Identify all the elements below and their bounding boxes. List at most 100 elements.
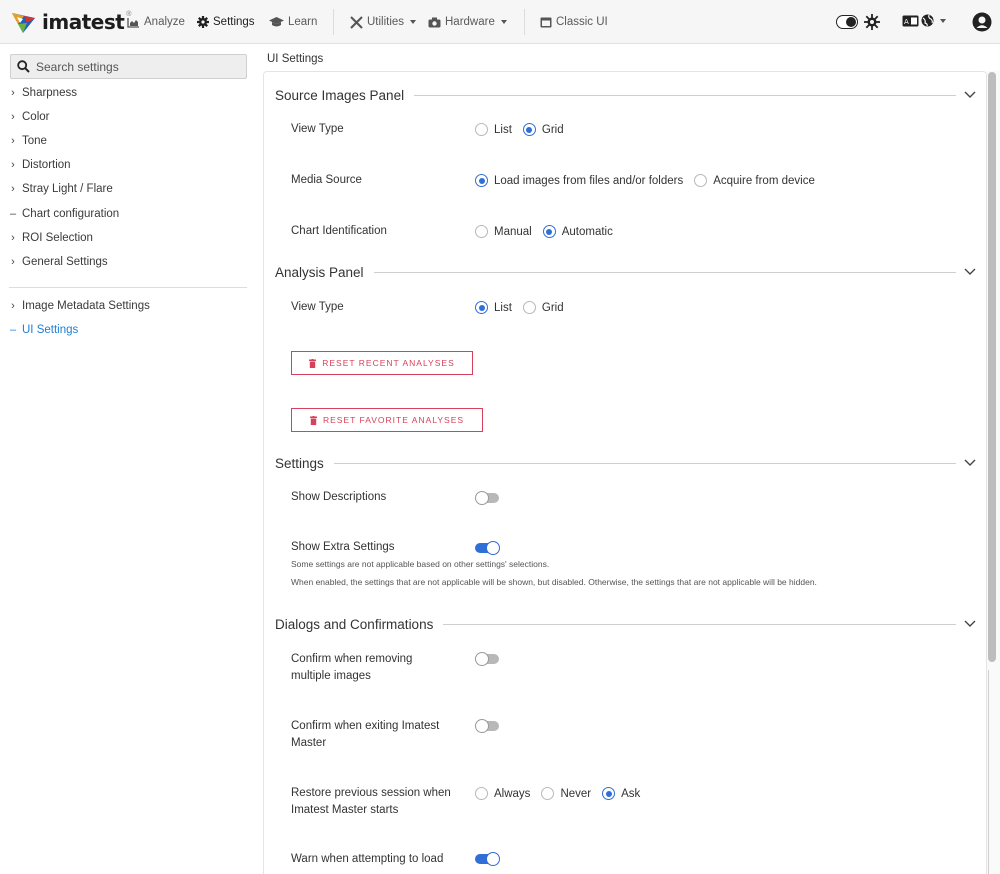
- chevron-right-icon: ›: [11, 256, 15, 268]
- section-divider: [443, 623, 956, 625]
- sidebar-item-color[interactable]: › Color: [9, 108, 49, 126]
- radio-button[interactable]: [475, 174, 488, 187]
- radio-option-always[interactable]: Always: [475, 787, 530, 800]
- search-box[interactable]: [10, 54, 247, 79]
- chevron-right-icon: ›: [11, 300, 15, 312]
- label-line: Master: [291, 737, 327, 749]
- camera-icon: [428, 17, 441, 27]
- nav-learn[interactable]: Learn: [269, 12, 317, 32]
- sidebar-divider: [9, 287, 247, 288]
- search-icon: [17, 60, 30, 73]
- show-extra-settings-toggle[interactable]: [475, 541, 501, 555]
- section-source-images[interactable]: Source Images Panel: [275, 85, 980, 105]
- radio-option-list[interactable]: List: [475, 123, 512, 136]
- radio-button[interactable]: [602, 787, 616, 800]
- theme-toggle-icon[interactable]: [836, 15, 858, 29]
- chevron-down-icon[interactable]: [960, 620, 980, 628]
- chevron-down-icon[interactable]: [960, 91, 980, 99]
- warn-load-toggle[interactable]: [475, 852, 501, 866]
- sidebar-item-tone[interactable]: › Tone: [9, 132, 47, 150]
- trash-icon: [309, 358, 317, 368]
- reset-favorite-analyses-button[interactable]: RESET FAVORITE ANALYSES: [291, 408, 483, 432]
- section-dialogs[interactable]: Dialogs and Confirmations: [275, 614, 980, 634]
- setting-label: Show Extra Settings: [291, 541, 395, 553]
- nav-classic-ui-label: Classic UI: [556, 16, 608, 28]
- sidebar-item-label: ROI Selection: [22, 232, 93, 244]
- chart-icon: [127, 17, 139, 28]
- nav-utilities[interactable]: Utilities: [350, 12, 417, 32]
- reset-recent-analyses-button[interactable]: RESET RECENT ANALYSES: [291, 351, 473, 375]
- radio-button[interactable]: [475, 301, 488, 314]
- search-input[interactable]: [36, 59, 236, 74]
- radio-option-list[interactable]: List: [475, 301, 512, 314]
- section-analysis[interactable]: Analysis Panel: [275, 262, 980, 282]
- chevron-down-icon[interactable]: [960, 459, 980, 467]
- sidebar-item-distortion[interactable]: › Distortion: [9, 156, 70, 174]
- sidebar-item-ui-settings[interactable]: – UI Settings: [9, 321, 78, 339]
- sidebar-item-label: Sharpness: [22, 87, 77, 99]
- sidebar-item-label: General Settings: [22, 256, 108, 268]
- sidebar-item-sharpness[interactable]: › Sharpness: [9, 84, 77, 102]
- sidebar-item-label: Image Metadata Settings: [22, 300, 150, 312]
- toggle-knob: [486, 541, 500, 555]
- svg-text:A: A: [904, 18, 909, 26]
- radio-button[interactable]: [542, 225, 556, 238]
- section-settings[interactable]: Settings: [275, 453, 980, 473]
- language-menu[interactable]: A: [902, 14, 946, 27]
- radio-option-grid[interactable]: Grid: [522, 123, 564, 136]
- scrollbar-thumb[interactable]: [988, 72, 996, 662]
- chevron-right-icon: ›: [11, 111, 15, 123]
- nav-settings[interactable]: Settings: [197, 12, 255, 32]
- brand-name: imatest: [42, 10, 125, 34]
- radio-option-ask[interactable]: Ask: [602, 787, 640, 800]
- sidebar-item-label: Chart configuration: [22, 208, 120, 220]
- chevron-down-icon[interactable]: [960, 268, 980, 276]
- radio-option-grid[interactable]: Grid: [522, 301, 564, 314]
- radio-label: Acquire from device: [713, 174, 815, 187]
- sidebar-item-general-settings[interactable]: › General Settings: [9, 253, 108, 271]
- radio-option-load-files[interactable]: Load images from files and/or folders: [475, 174, 683, 187]
- button-label: RESET RECENT ANALYSES: [322, 358, 455, 368]
- radio-button[interactable]: [522, 123, 536, 136]
- radio-button[interactable]: [694, 174, 708, 187]
- radio-button[interactable]: [475, 787, 488, 800]
- user-icon[interactable]: [972, 12, 992, 32]
- nav-classic-ui[interactable]: Classic UI: [540, 12, 608, 32]
- radio-button[interactable]: [522, 301, 536, 314]
- sidebar-item-stray-light[interactable]: › Stray Light / Flare: [9, 180, 113, 198]
- radio-option-never[interactable]: Never: [541, 787, 591, 800]
- sidebar-item-image-metadata[interactable]: › Image Metadata Settings: [9, 297, 150, 315]
- confirm-exit-toggle[interactable]: [475, 719, 501, 733]
- sidebar-item-label: Color: [22, 111, 50, 123]
- sidebar-item-chart-configuration[interactable]: – Chart configuration: [9, 205, 119, 223]
- radio-label: Load images from files and/or folders: [494, 174, 684, 187]
- setting-label: View Type: [291, 123, 344, 135]
- media-source-radio-group: Load images from files and/or folders Ac…: [475, 172, 826, 189]
- radio-option-manual[interactable]: Manual: [475, 225, 532, 238]
- radio-option-automatic[interactable]: Automatic: [542, 225, 613, 238]
- nav-hardware[interactable]: Hardware: [428, 12, 507, 32]
- chevron-right-icon: ›: [11, 183, 15, 195]
- top-nav-bar: imatest ® Analyze Settings Learn Utiliti…: [0, 0, 1000, 44]
- radio-button[interactable]: [475, 225, 488, 238]
- radio-button[interactable]: [541, 787, 555, 800]
- toggle-knob: [475, 652, 489, 666]
- imatest-logo[interactable]: imatest ®: [10, 9, 131, 35]
- nav-analyze[interactable]: Analyze: [127, 12, 185, 32]
- chevron-down-icon: [940, 18, 946, 23]
- show-descriptions-toggle[interactable]: [475, 491, 501, 505]
- chevron-right-icon: ›: [11, 87, 15, 99]
- chevron-down-icon: [410, 20, 417, 24]
- sidebar-item-roi-selection[interactable]: › ROI Selection: [9, 229, 93, 247]
- confirm-remove-images-toggle[interactable]: [475, 652, 501, 666]
- label-line: multiple images: [291, 670, 371, 682]
- radio-button[interactable]: [475, 123, 488, 136]
- label-line: Confirm when exiting Imatest: [291, 720, 440, 732]
- sun-icon[interactable]: [864, 14, 880, 30]
- section-title: Settings: [275, 455, 324, 471]
- tools-icon: [350, 15, 363, 29]
- nav-divider: [333, 9, 334, 35]
- setting-label: Chart Identification: [291, 225, 387, 237]
- radio-option-acquire-device[interactable]: Acquire from device: [694, 174, 815, 187]
- page-title: UI Settings: [267, 53, 324, 65]
